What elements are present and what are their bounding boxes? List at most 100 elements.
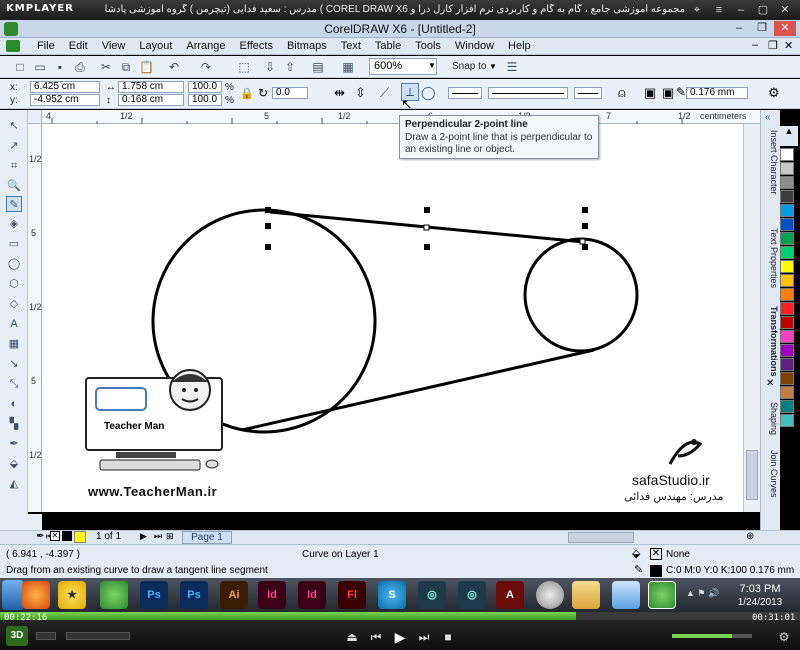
palette-swatch[interactable] [780,190,794,203]
eject-icon[interactable]: ⏏ [344,629,360,645]
search-content-icon[interactable]: ⬚ [236,59,252,75]
height-field[interactable]: 0.168 cm [118,94,184,106]
menu-file[interactable]: File [30,40,62,52]
polygon-tool-icon[interactable]: ⬡ [6,276,22,292]
maya-icon[interactable]: ◎ [458,581,486,609]
save-icon[interactable]: ▪ [52,59,68,75]
palette-swatch[interactable] [780,330,794,343]
app-restore-icon[interactable]: ❐ [751,21,773,36]
palette-swatch[interactable] [780,386,794,399]
blend-tool-icon[interactable]: ◐ [6,396,22,412]
yellow-swatch[interactable] [74,531,86,543]
pin-icon[interactable]: ⌖ [690,3,704,17]
freehand-tool-icon[interactable]: ✎ [6,196,22,212]
eyedropper-icon[interactable]: ✒ [36,531,44,542]
shape-tool-icon[interactable]: ↗ [6,138,22,154]
volume-slider[interactable] [672,634,752,638]
doc-minimize-icon[interactable]: – [752,39,758,51]
width-field[interactable]: 1.758 cm [118,81,184,93]
snap-chevron-down-icon[interactable]: ▼ [489,62,497,71]
import-icon[interactable]: ⇩ [262,59,278,75]
snap-to-dropdown[interactable]: Snap to [452,61,486,72]
previous-icon[interactable]: ⏮ [368,629,384,645]
palette-swatch[interactable] [780,176,794,189]
palette-swatch[interactable] [780,302,794,315]
publish-pdf-icon[interactable]: ▤ [310,59,326,75]
mode-button[interactable] [36,632,56,640]
cut-icon[interactable]: ✂ [98,59,114,75]
folder-icon[interactable] [572,581,600,609]
end-arrowhead-select[interactable] [574,87,602,99]
export-icon[interactable]: ⇧ [282,59,298,75]
palette-swatch[interactable] [780,162,794,175]
menu-icon[interactable]: ≡ [712,3,726,17]
text-tool-icon[interactable]: A [6,316,22,332]
last-page-icon[interactable]: ⏭ [154,531,162,542]
menu-edit[interactable]: Edit [62,40,95,52]
firefox-icon[interactable] [22,581,50,609]
small-circle[interactable] [523,237,639,353]
table-tool-icon[interactable]: ▦ [6,336,22,352]
photoshop-icon[interactable]: Ps [180,581,208,609]
doc-restore-icon[interactable]: ❐ [768,39,778,52]
docker-tab-join-curves[interactable]: Join Curves [763,450,779,498]
seek-bar[interactable] [0,612,800,620]
connector-tool-icon[interactable]: ⤡ [6,376,22,392]
palette-swatch[interactable] [780,232,794,245]
pick-tool-icon[interactable]: ↖ [6,118,22,134]
options-icon[interactable]: ☰ [504,59,520,75]
next-icon[interactable]: ⏭ [416,629,432,645]
tray-icons[interactable]: ▲ ⚑ 🔊 [686,588,719,599]
dvd-icon[interactable] [536,581,564,609]
zoom-to-fit-icon[interactable]: ⊕ [746,531,754,542]
tangent-line-icon[interactable]: ◯ [421,85,436,101]
open-folder-icon[interactable]: ▭ [32,59,48,75]
docker-collapse-icon[interactable]: « [765,112,771,123]
autocad-icon[interactable]: A [496,581,524,609]
stop-icon[interactable]: ■ [440,629,456,645]
skype-icon[interactable]: S [378,581,406,609]
palette-swatch[interactable] [780,204,794,217]
scale-x-field[interactable]: 100.0 [188,81,222,93]
menu-text[interactable]: Text [334,40,368,52]
menu-bitmaps[interactable]: Bitmaps [280,40,334,52]
photoshop-icon[interactable]: Ps [140,581,168,609]
bottom-tangent-line[interactable] [241,348,595,432]
y-position-field[interactable]: -4.952 cm [30,94,100,106]
lock-ratio-icon[interactable]: 🔒 [240,87,254,100]
docker-tab-shaping[interactable]: Shaping [763,402,779,435]
transparency-tool-icon[interactable]: ▚ [6,416,22,432]
palette-swatch[interactable] [780,274,794,287]
smart-fill-tool-icon[interactable]: ◈ [6,216,22,232]
paste-icon[interactable]: 📋 [138,59,154,75]
dimension-tool-icon[interactable]: ↘ [6,356,22,372]
no-color-swatch[interactable]: ✕ [50,531,60,541]
mirror-horizontal-icon[interactable]: ⇹ [334,85,345,101]
codec-info-buttons[interactable] [66,632,130,640]
indesign-icon[interactable]: Id [258,581,286,609]
back-icon[interactable]: ▣ [662,85,674,101]
next-page-icon[interactable]: ▶ [140,531,147,542]
palette-swatch[interactable] [780,316,794,329]
play-icon[interactable]: ▶ [392,629,408,645]
menu-layout[interactable]: Layout [132,40,179,52]
add-page-icon[interactable]: ⊞ [166,531,174,542]
front-icon[interactable]: ▣ [644,85,656,101]
indesign-icon[interactable]: Id [298,581,326,609]
player-minimize-icon[interactable]: – [734,3,748,17]
undo-icon[interactable]: ↶ [166,59,182,75]
clock-date[interactable]: 1/24/2013 [730,597,790,608]
crop-tool-icon[interactable]: ⌗ [6,158,22,174]
application-launcher-icon[interactable]: ▦ [340,59,356,75]
menu-view[interactable]: View [95,40,133,52]
menu-arrange[interactable]: Arrange [179,40,232,52]
redo-icon[interactable]: ↷ [198,59,214,75]
wrap-text-icon[interactable]: ⍝ [618,85,626,101]
docker-tab-insert-character[interactable]: Insert Character [763,130,779,195]
zoom-level-select[interactable]: 600% [369,58,437,75]
horizontal-scroll-thumb[interactable] [568,532,634,543]
coreldraw-icon[interactable] [100,581,128,609]
print-icon[interactable]: ⎙ [72,59,88,75]
palette-swatch[interactable] [780,288,794,301]
clock-time[interactable]: 7:03 PM [730,583,790,595]
